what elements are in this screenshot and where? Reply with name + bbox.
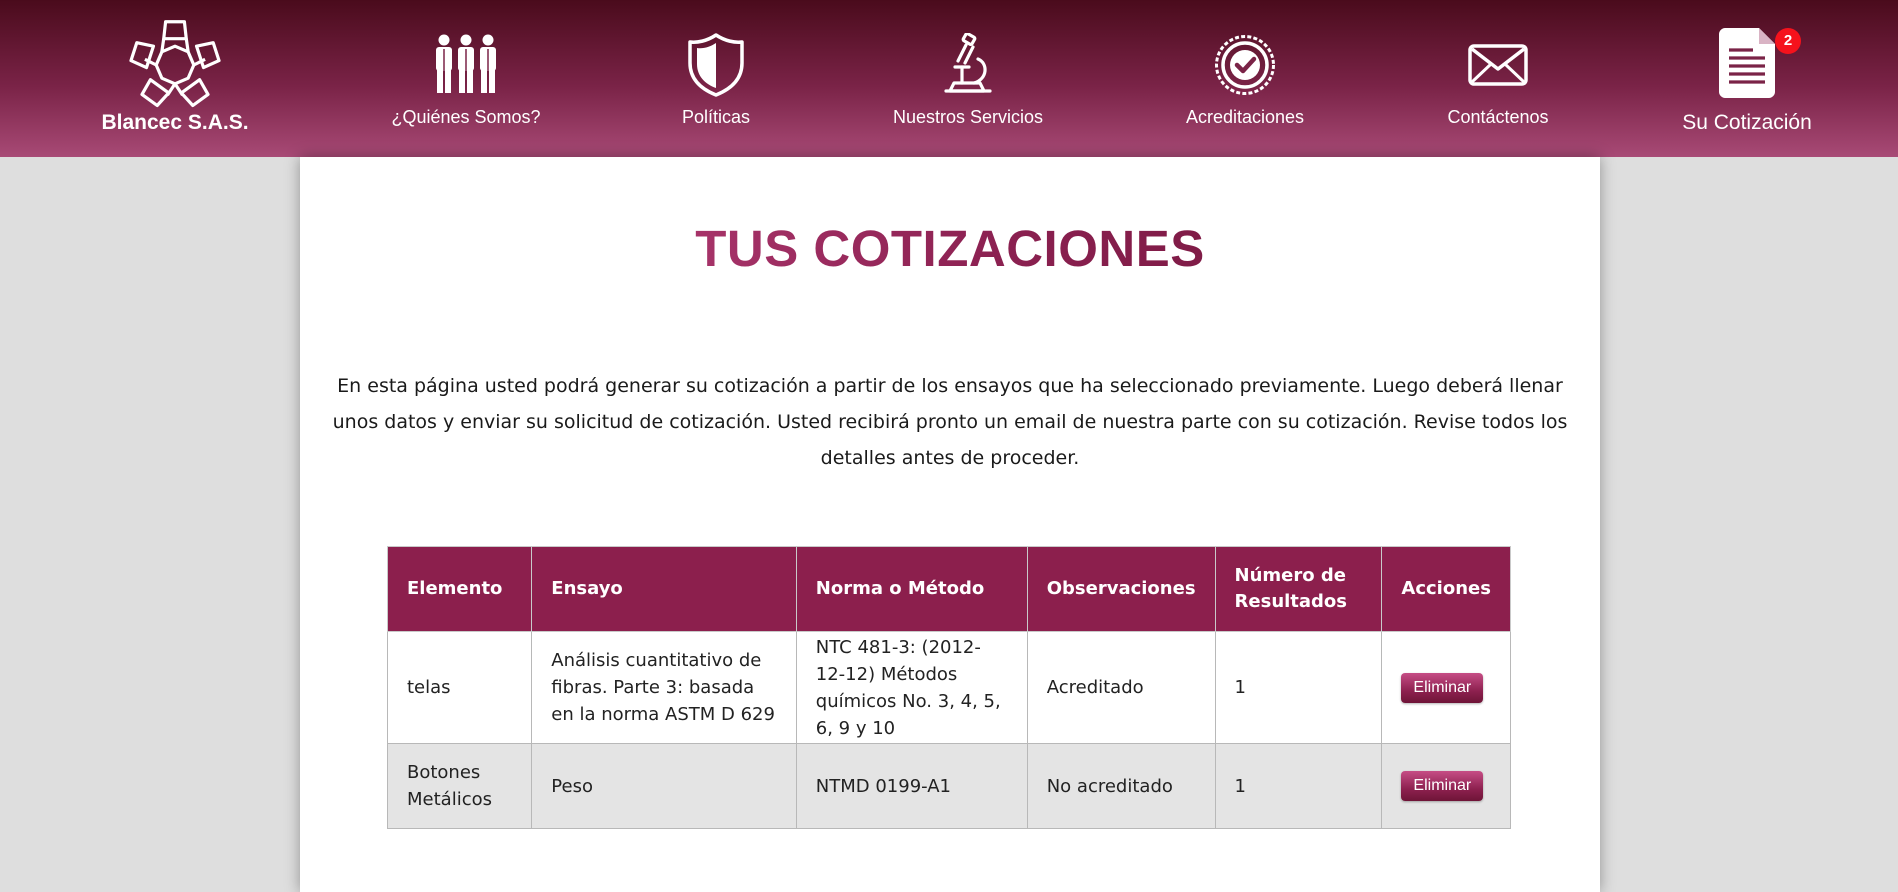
site-header: Blancec S.A.S. ¿Quiénes Somos? Políticas… — [0, 0, 1898, 157]
quotes-table: Elemento Ensayo Norma o Método Observaci… — [386, 546, 1511, 829]
col-header-ensayo: Ensayo — [531, 546, 797, 632]
col-header-elemento: Elemento — [386, 546, 533, 632]
envelope-icon — [1468, 44, 1528, 86]
cell-acciones: Eliminar — [1381, 743, 1511, 829]
check-seal-icon — [1215, 35, 1275, 95]
table-row: Botones Metálicos Peso NTMD 0199-A1 No a… — [386, 743, 1511, 829]
delete-button[interactable]: Eliminar — [1401, 771, 1484, 801]
nav-nuestros-servicios[interactable]: Nuestros Servicios — [884, 0, 1052, 157]
page-title: TUS COTIZACIONES — [300, 219, 1600, 278]
logo-icon — [129, 20, 221, 108]
shield-icon — [688, 33, 744, 97]
cell-resultados: 1 — [1214, 743, 1383, 829]
cell-elemento: Botones Metálicos — [386, 743, 533, 829]
nav-quienes-somos[interactable]: ¿Quiénes Somos? — [386, 0, 546, 157]
cell-ensayo: Análisis cuantitativo de fibras. Parte 3… — [531, 631, 797, 744]
cart-count-badge: 2 — [1775, 28, 1801, 54]
microscope-icon — [944, 33, 992, 93]
document-icon — [1719, 28, 1775, 98]
cell-observaciones: No acreditado — [1026, 743, 1216, 829]
nav-label-su-cotizacion: Su Cotización — [1682, 111, 1812, 134]
nav-label-politicas: Políticas — [681, 107, 751, 127]
intro-text: En esta página usted podrá generar su co… — [332, 375, 1568, 469]
nav-label-acreditaciones: Acreditaciones — [1185, 107, 1305, 127]
nav-label-nuestros-servicios: Nuestros Servicios — [892, 107, 1044, 127]
col-header-numero-resultados: Número de Resultados — [1214, 546, 1383, 632]
content-card: TUS COTIZACIONES En esta página usted po… — [300, 157, 1600, 892]
cell-norma: NTMD 0199-A1 — [795, 743, 1028, 829]
logo-link[interactable]: Blancec S.A.S. — [90, 0, 260, 157]
nav-politicas[interactable]: Políticas — [656, 0, 776, 157]
nav-contactenos[interactable]: Contáctenos — [1434, 0, 1562, 157]
cell-resultados: 1 — [1214, 631, 1383, 744]
cell-elemento: telas — [386, 631, 533, 744]
cell-norma: NTC 481-3: (2012-12-12) Métodos químicos… — [795, 631, 1028, 744]
col-header-acciones: Acciones — [1381, 546, 1511, 632]
people-icon — [436, 34, 496, 93]
col-header-observaciones: Observaciones — [1026, 546, 1216, 632]
cell-acciones: Eliminar — [1381, 631, 1511, 744]
cell-ensayo: Peso — [531, 743, 797, 829]
cell-observaciones: Acreditado — [1026, 631, 1216, 744]
table-row: telas Análisis cuantitativo de fibras. P… — [386, 631, 1511, 744]
col-header-norma: Norma o Método — [795, 546, 1028, 632]
nav-label-quienes-somos: ¿Quiénes Somos? — [391, 107, 541, 127]
delete-button[interactable]: Eliminar — [1401, 672, 1484, 703]
nav-acreditaciones[interactable]: Acreditaciones — [1172, 0, 1318, 157]
nav-label-contactenos: Contáctenos — [1447, 107, 1549, 127]
table-header-row: Elemento Ensayo Norma o Método Observaci… — [386, 546, 1511, 632]
nav-su-cotizacion[interactable]: 2 Su Cotización — [1676, 0, 1818, 157]
logo-label: Blancec S.A.S. — [101, 111, 249, 134]
